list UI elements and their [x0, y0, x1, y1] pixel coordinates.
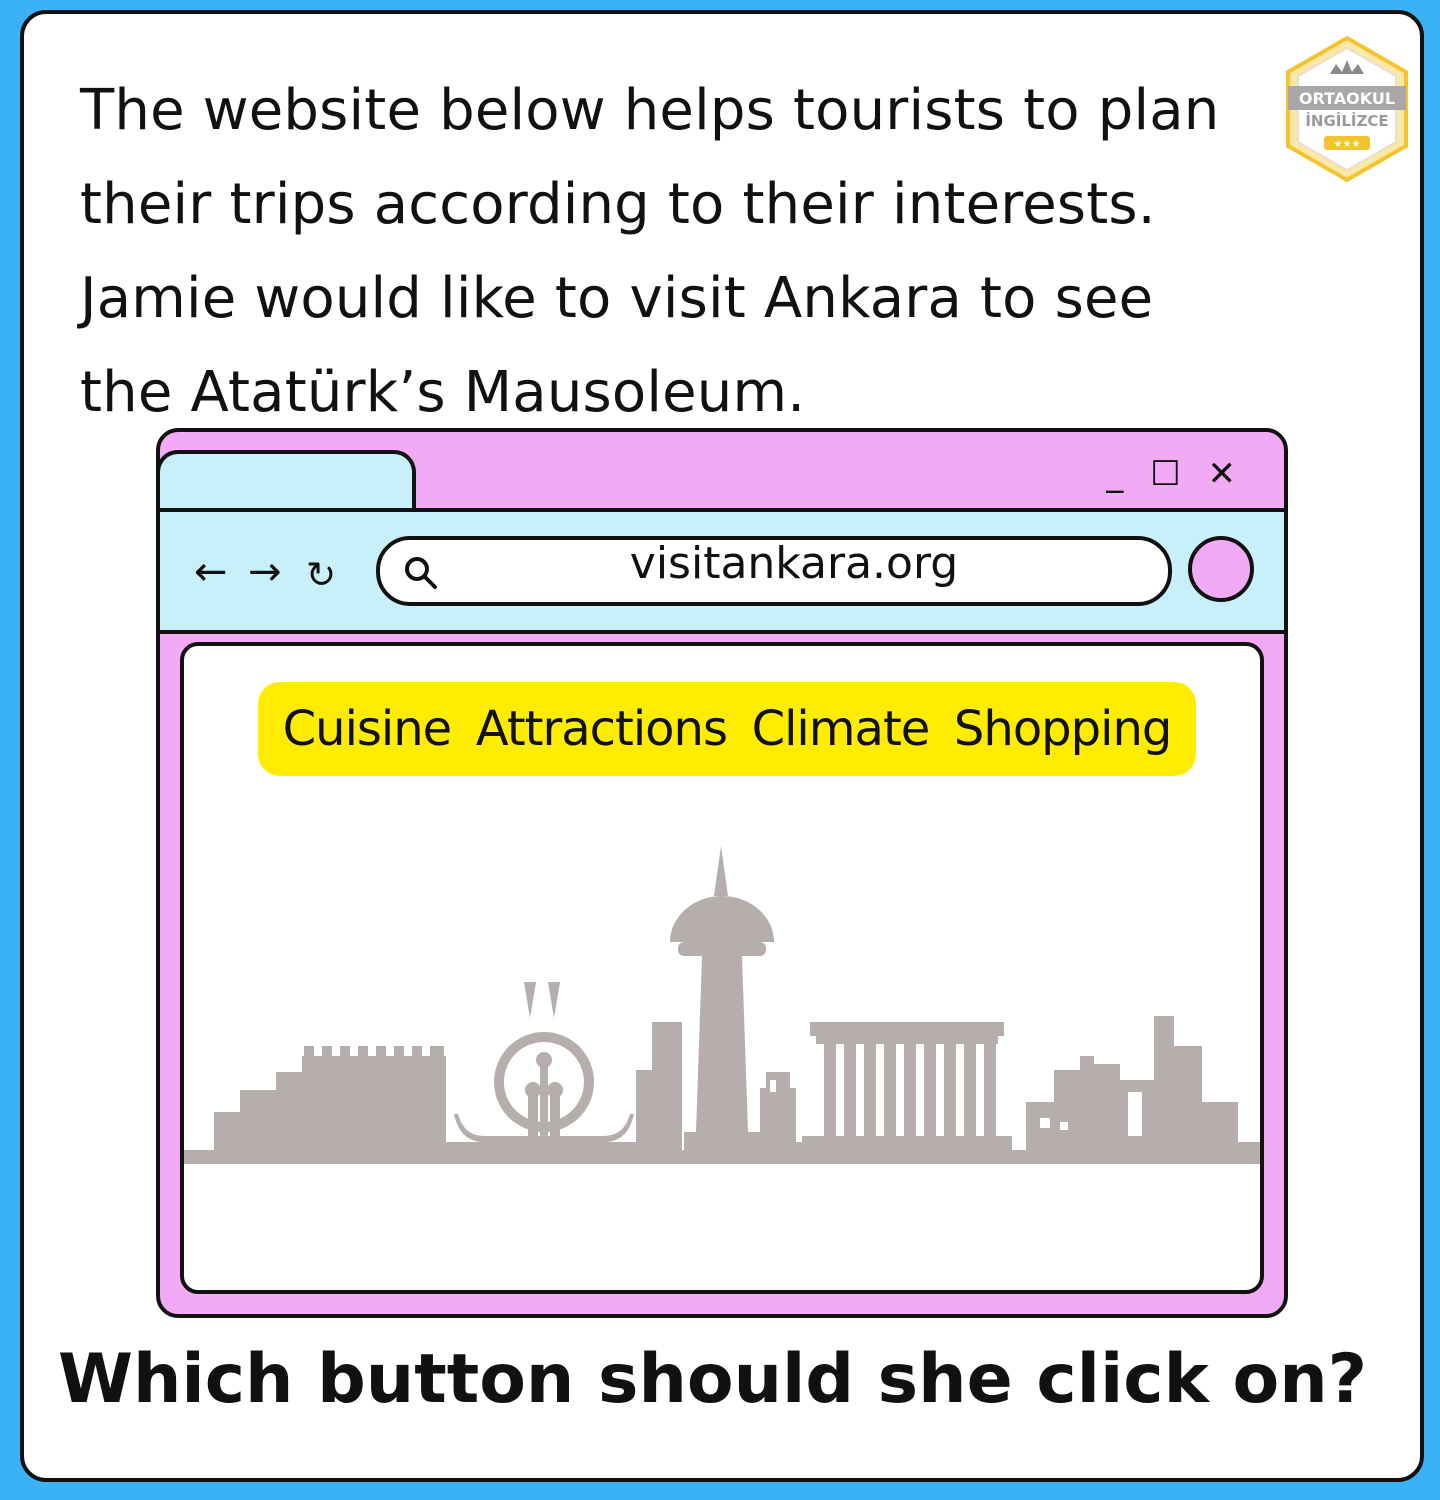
- browser-toolbar: ← → ↻ visitankara.org: [160, 508, 1284, 634]
- forward-arrow-icon[interactable]: →: [248, 552, 282, 592]
- url-text: visitankara.org: [629, 538, 959, 589]
- profile-button[interactable]: [1188, 536, 1254, 602]
- svg-text:İNGİLİZCE: İNGİLİZCE: [1305, 111, 1388, 130]
- intro-text: The website below helps tourists to plan…: [80, 64, 1310, 440]
- page-content: Cuisine Attractions Climate Shopping: [180, 642, 1264, 1294]
- intro-line: The website below helps tourists to plan: [80, 78, 1220, 143]
- question-text: Which button should she click on?: [58, 1340, 1368, 1419]
- intro-line: their trips according to their interests…: [80, 172, 1156, 237]
- svg-text:ORTAOKUL: ORTAOKUL: [1299, 89, 1395, 108]
- minimize-button[interactable]: _: [1106, 454, 1131, 494]
- back-arrow-icon[interactable]: ←: [194, 552, 228, 592]
- ankara-skyline-image: [184, 846, 1260, 1164]
- intro-line: the Atatürk’s Mausoleum.: [80, 360, 806, 425]
- menu-cuisine[interactable]: Cuisine: [283, 701, 453, 757]
- site-menu: Cuisine Attractions Climate Shopping: [258, 682, 1196, 776]
- maximize-button[interactable]: ☐: [1150, 454, 1188, 494]
- window-controls: _ ☐ ✕: [1106, 454, 1244, 494]
- menu-shopping[interactable]: Shopping: [954, 701, 1172, 757]
- address-bar[interactable]: visitankara.org: [376, 536, 1172, 606]
- ortaokul-ingilizce-logo: ORTAOKUL İNGİLİZCE ★★★: [1286, 35, 1408, 183]
- reload-icon[interactable]: ↻: [306, 556, 336, 596]
- intro-line: Jamie would like to visit Ankara to see: [80, 266, 1154, 331]
- menu-climate[interactable]: Climate: [752, 701, 931, 757]
- browser-window: _ ☐ ✕ ← → ↻ visitankara.org Cuisine Attr…: [156, 428, 1288, 1318]
- svg-text:★★★: ★★★: [1334, 139, 1361, 150]
- menu-attractions[interactable]: Attractions: [476, 701, 728, 757]
- close-button[interactable]: ✕: [1208, 454, 1245, 494]
